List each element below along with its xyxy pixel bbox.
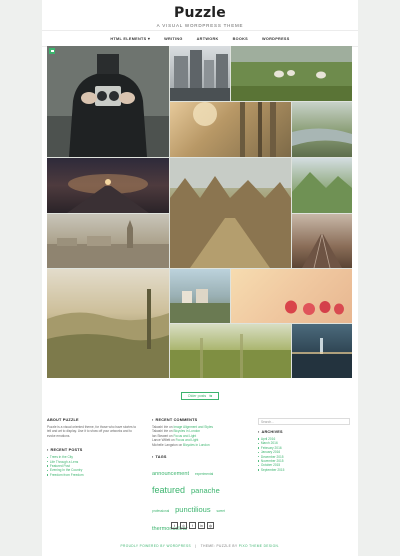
tags-title: ▪ TAGS: [152, 455, 167, 460]
older-posts-button[interactable]: Older posts ⇆: [181, 392, 219, 400]
tag-link[interactable]: sweet: [217, 509, 225, 513]
tag-link[interactable]: professional: [152, 509, 169, 513]
site-tagline: A VISUAL WORDPRESS THEME: [156, 23, 244, 28]
tag-link[interactable]: featured: [152, 485, 185, 495]
linkedin-icon[interactable]: in: [198, 522, 205, 529]
post-thumbnail-stream[interactable]: [292, 102, 352, 157]
post-thumbnail-grass[interactable]: [170, 324, 291, 378]
facebook-icon[interactable]: f: [189, 522, 196, 529]
older-posts-label: Older posts: [187, 394, 207, 398]
page: Puzzle A VISUAL WORDPRESS THEME HTML ELE…: [42, 0, 358, 556]
recent-comments-title: ▪ RECENT COMMENTS: [152, 418, 198, 422]
nav-item-wordpress[interactable]: WORDPRESS: [262, 37, 290, 41]
tag-link[interactable]: punctilious: [175, 505, 210, 514]
image-icon: [50, 49, 54, 53]
post-thumbnail-hill-town[interactable]: [170, 269, 230, 323]
post-thumbnail-autumn-forest[interactable]: [170, 158, 291, 268]
nav-item-artwork[interactable]: ARTWORK: [197, 37, 219, 41]
site-title[interactable]: Puzzle: [42, 5, 358, 21]
archive-item[interactable]: September 2015: [258, 468, 350, 472]
hill-town-photo: [170, 289, 230, 323]
about-text: Puzzle is a visual oriented theme, for t…: [47, 425, 137, 438]
footer-widgets-col-2: ▪ RECENT COMMENTS Takashi Irie on Image …: [152, 418, 244, 536]
dribbble-icon[interactable]: ◍: [207, 522, 214, 529]
skyline-photo: [47, 220, 169, 268]
nav-item-books[interactable]: BOOKS: [233, 37, 248, 41]
sheep-photo: [231, 46, 352, 101]
post-thumbnail-misty-hills[interactable]: [47, 269, 169, 378]
main-navigation: HTML ELEMENTS ▾ WRITING ARTWORK BOOKS WO…: [42, 30, 358, 47]
camera-photo: [47, 46, 169, 157]
social-links: t ◎ f in ◍: [171, 522, 214, 529]
recent-post-item[interactable]: Freedom from Freedom: [47, 473, 139, 477]
tag-link[interactable]: experimental: [195, 472, 213, 476]
recent-posts-title: ▪ RECENT POSTS: [47, 448, 83, 453]
city-photo: [170, 50, 230, 101]
post-thumbnail-strawberries[interactable]: [231, 269, 352, 323]
post-thumbnail-tracks[interactable]: [292, 214, 352, 268]
post-thumbnail-forest-sun[interactable]: [170, 102, 291, 157]
stream-photo: [292, 128, 352, 146]
tag-link[interactable]: panache: [191, 486, 220, 496]
comment-icon: ▪: [152, 418, 154, 422]
post-thumbnail-city[interactable]: [170, 46, 230, 101]
recent-posts-list: Trees in the City Life Through a Lens Fe…: [47, 455, 139, 477]
post-thumbnail-sheep[interactable]: [231, 46, 352, 101]
about-widget-title: ABOUT PUZZLE: [47, 418, 79, 422]
powered-by-link[interactable]: PROUDLY POWERED BY WORDPRESS: [120, 544, 191, 548]
autumn-forest-photo: [170, 158, 291, 268]
nav-item-html-elements[interactable]: HTML ELEMENTS ▾: [110, 36, 150, 41]
search-input[interactable]: Search...: [258, 418, 350, 425]
site-footer: PROUDLY POWERED BY WORDPRESS | THEME: PU…: [42, 544, 358, 548]
post-thumbnail-camera[interactable]: [47, 46, 169, 157]
tag-link[interactable]: announcement: [152, 471, 189, 477]
twitter-icon[interactable]: t: [171, 522, 178, 529]
document-icon: ▪: [47, 448, 49, 453]
archive-icon: ▪: [258, 430, 260, 434]
strawberries-photo: [285, 300, 344, 315]
nav-item-writing[interactable]: WRITING: [164, 37, 183, 41]
footer-separator: |: [195, 544, 197, 548]
mountains-photo: [292, 172, 352, 213]
footer-widgets-col-3: Search... ▪ ARCHIVES April 2016 March 20…: [258, 418, 350, 472]
tag-icon: ▪: [152, 455, 154, 460]
footer-widgets-col-1: ABOUT PUZZLE Puzzle is a visual oriented…: [47, 418, 139, 477]
post-grid: [47, 46, 352, 378]
format-badge: [49, 48, 55, 54]
theme-credit-label: THEME: PUZZLE BY: [200, 544, 238, 548]
recent-comments-list: Takashi Irie on Image Alignment and Styl…: [152, 425, 244, 447]
post-thumbnail-night-road[interactable]: [47, 158, 169, 213]
post-thumbnail-lake-night[interactable]: [292, 324, 352, 378]
lake-night-photo: [292, 338, 352, 378]
recent-comment-item[interactable]: Michelle Langston on Bicycles in London: [152, 443, 244, 447]
archives-list: April 2016 March 2016 February 2016 Janu…: [258, 437, 350, 472]
forest-sun-photo: [193, 102, 276, 157]
theme-author-link[interactable]: PIXO THEME DESIGN.: [239, 544, 280, 548]
double-arrow-icon: ⇆: [209, 394, 213, 398]
post-thumbnail-mountains[interactable]: [292, 158, 352, 213]
tracks-photo: [302, 233, 342, 268]
post-thumbnail-skyline[interactable]: [47, 214, 169, 268]
grass-photo: [170, 334, 291, 378]
misty-hills-photo: [47, 289, 169, 378]
instagram-icon[interactable]: ◎: [180, 522, 187, 529]
night-road-photo: [67, 174, 149, 213]
archives-title: ▪ ARCHIVES: [258, 430, 283, 434]
